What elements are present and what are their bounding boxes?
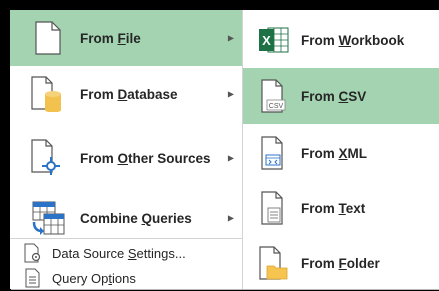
submenu-arrow-icon: ▶ <box>227 33 234 43</box>
folder-icon <box>253 243 295 283</box>
submenu-arrow-icon: ▶ <box>227 213 234 223</box>
submenu-item-from-csv[interactable]: CSV From CSV <box>243 68 439 124</box>
excel-icon-letter: X <box>262 33 271 48</box>
query-options-icon <box>22 267 44 289</box>
menu-item-label: From Text <box>301 200 366 216</box>
menu-item-label: Data Source Settings... <box>52 245 186 261</box>
text-file-icon <box>253 188 295 228</box>
menu-item-label: From CSV <box>301 88 367 104</box>
get-data-menu: From File ▶ From Database ▶ From Other S… <box>10 10 242 289</box>
menu-separator <box>10 238 242 239</box>
combine-queries-icon <box>24 198 72 238</box>
menu-item-from-file[interactable]: From File ▶ <box>10 10 242 66</box>
menu-item-query-options[interactable]: Query Options <box>10 265 242 291</box>
menu-item-label: From Other Sources <box>80 150 211 166</box>
submenu-item-from-text[interactable]: From Text <box>243 180 439 236</box>
submenu-arrow-icon: ▶ <box>227 153 234 163</box>
menu-item-label: From File <box>80 30 141 46</box>
excel-workbook-icon: X <box>253 20 295 60</box>
menu-item-label: From Database <box>80 86 178 102</box>
database-icon <box>24 74 72 114</box>
submenu-item-from-xml[interactable]: From XML <box>243 125 439 181</box>
submenu-item-from-folder[interactable]: From Folder <box>243 235 439 291</box>
xml-file-icon <box>253 133 295 173</box>
csv-icon-text: CSV <box>269 103 284 110</box>
data-source-settings-icon <box>22 242 44 264</box>
csv-file-icon: CSV <box>253 76 295 116</box>
menu-item-from-other-sources[interactable]: From Other Sources ▶ <box>10 130 242 186</box>
from-file-submenu: X From Workbook CSV From CSV From XML Fr… <box>242 10 439 289</box>
other-sources-icon <box>24 138 72 178</box>
submenu-item-from-workbook[interactable]: X From Workbook <box>243 12 439 68</box>
menu-item-label: From Workbook <box>301 32 405 48</box>
menu-item-data-source-settings[interactable]: Data Source Settings... <box>10 240 242 266</box>
menu-item-label: Combine Queries <box>80 210 192 226</box>
menu-item-label: From Folder <box>301 255 380 271</box>
file-icon <box>24 18 72 58</box>
submenu-arrow-icon: ▶ <box>227 89 234 99</box>
menu-item-label: Query Options <box>52 270 136 286</box>
menu-item-from-database[interactable]: From Database ▶ <box>10 66 242 122</box>
menu-item-label: From XML <box>301 145 368 161</box>
